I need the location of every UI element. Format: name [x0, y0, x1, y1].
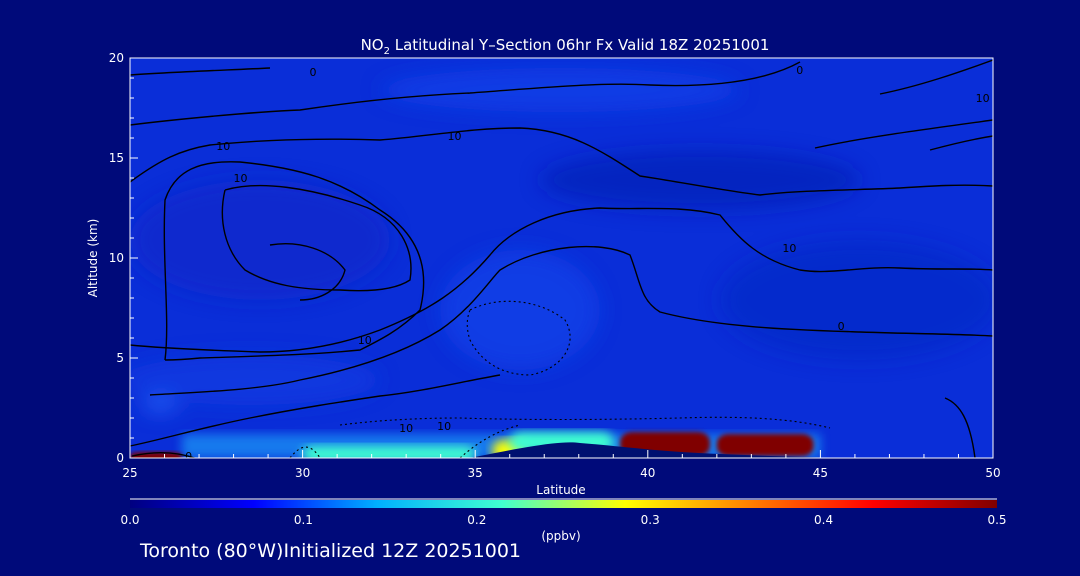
contour-label: 0	[838, 320, 845, 333]
shade-region	[142, 396, 178, 412]
colorbar-tick-label: 0.1	[294, 513, 313, 527]
y-tick-label: 5	[116, 351, 124, 365]
contour-label: 10	[358, 334, 372, 347]
colorbar-ticks: 0.0 0.1 0.2 0.3 0.4 0.5	[120, 513, 1006, 527]
x-tick-label: 45	[813, 466, 828, 480]
colorbar-tick-label: 0.4	[814, 513, 833, 527]
x-axis-label: Latitude	[536, 483, 585, 497]
y-tick-label: 15	[109, 151, 124, 165]
footer-caption: Toronto (80°W)Initialized 12Z 20251001	[140, 540, 521, 562]
contour-label: 10	[399, 422, 413, 435]
contour-label: 0	[309, 66, 316, 79]
x-tick-label: 35	[468, 466, 483, 480]
contour-label: 10	[782, 242, 796, 255]
shade-region	[720, 240, 993, 360]
plot-area: 0 0 10 10 10 10 10 0 10 10 10 0	[129, 57, 994, 463]
chart-title: NO2 Latitudinal Y–Section 06hr Fx Valid …	[361, 36, 770, 57]
x-tick-label: 40	[640, 466, 655, 480]
chart-canvas: NO2 Latitudinal Y–Section 06hr Fx Valid …	[86, 36, 1007, 543]
x-tick-label: 50	[985, 466, 1000, 480]
colorbar-unit-label: (ppbv)	[541, 529, 580, 543]
colorbar-tick-label: 0.3	[641, 513, 660, 527]
colorbar-tick-label: 0.5	[987, 513, 1006, 527]
footer-location: Toronto (80°W)	[140, 540, 284, 562]
shade-region	[130, 180, 390, 300]
shade-region	[380, 68, 740, 112]
concentration-region	[716, 434, 814, 456]
contour-label: 10	[437, 420, 451, 433]
x-tick-label: 25	[122, 466, 137, 480]
colorbar-bar	[130, 500, 997, 508]
contour-label: 10	[976, 92, 990, 105]
colorbar: 0.0 0.1 0.2 0.3 0.4 0.5 (ppbv)	[120, 498, 1007, 543]
contour-label: 10	[233, 172, 247, 185]
footer-initialized: Initialized 12Z 20251001	[283, 540, 522, 562]
contour-label: 10	[447, 130, 461, 143]
y-tick-label: 0	[116, 451, 124, 465]
colorbar-tick-label: 0.2	[467, 513, 486, 527]
x-tick-label: 30	[295, 466, 310, 480]
colorbar-tick-label: 0.0	[120, 513, 139, 527]
y-axis-label: Altitude (km)	[86, 219, 100, 298]
y-tick-label: 10	[109, 251, 124, 265]
shade-region	[540, 150, 860, 210]
contour-label: 0	[796, 64, 803, 77]
contour-label: 10	[216, 140, 230, 153]
concentration-region	[302, 446, 476, 458]
y-tick-label: 20	[109, 51, 124, 65]
contour-label: 0	[185, 450, 192, 463]
